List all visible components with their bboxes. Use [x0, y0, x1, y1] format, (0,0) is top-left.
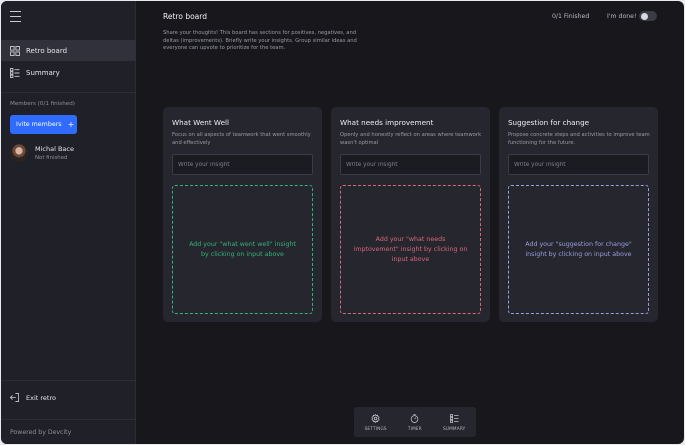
insight-dropzone: Add your "what needs imptovement" insigh… [340, 185, 481, 314]
app-window: Retro board Summary Members (0/1 finishe… [1, 1, 684, 444]
nav-item-summary[interactable]: Summary [1, 62, 136, 83]
bottom-toolbar: SETTINGS TIMER SUMMARY [354, 407, 476, 437]
column-title: What needs improvement [340, 118, 434, 127]
checklist-icon [10, 67, 20, 78]
powered-by: Powered by Devcity [10, 429, 72, 436]
checklist-icon [449, 413, 459, 423]
exit-retro-button[interactable]: Exit retro [10, 393, 56, 402]
member-name: Michal Bace [35, 145, 74, 153]
finished-count: 0/1 Finished [552, 13, 590, 20]
column-description: Openly and honestly reflect on areas whe… [340, 132, 482, 146]
insight-dropzone: Add your "what went well" insight by cli… [172, 185, 313, 314]
plus-icon: + [67, 120, 75, 129]
column-title: Suggestion for change [508, 118, 590, 127]
sidebar: Retro board Summary Members (0/1 finishe… [1, 1, 136, 444]
settings-label: SETTINGS [364, 425, 387, 431]
menu-icon[interactable] [10, 11, 21, 22]
exit-icon [10, 393, 19, 402]
settings-button[interactable]: SETTINGS [364, 413, 387, 431]
insight-input[interactable] [172, 154, 313, 175]
avatar [10, 144, 28, 162]
column-description: Focus on all aspects of teamwork that we… [172, 132, 311, 146]
summary-label: SUMMARY [443, 425, 466, 431]
page-title: Retro board [163, 12, 207, 21]
insight-dropzone: Add your "suggestion for change" insight… [508, 185, 649, 314]
nav-label: Retro board [26, 46, 68, 55]
summary-button[interactable]: SUMMARY [443, 413, 466, 431]
invite-members-button[interactable]: Ivite members + [10, 115, 77, 134]
grid-icon [10, 45, 20, 56]
done-label: I'm done! [607, 13, 637, 20]
toggle-knob [641, 12, 648, 20]
insight-input[interactable] [340, 154, 481, 175]
sidebar-divider [1, 92, 136, 93]
board-description: Share your thoughts! This board has sect… [163, 30, 357, 51]
column-what-went-well: What Went Well Focus on all aspects of t… [163, 107, 322, 322]
timer-icon [411, 413, 419, 423]
member-item: Michal Bace Not finished [10, 144, 74, 162]
nav-item-retro-board[interactable]: Retro board [1, 40, 136, 61]
column-title: What Went Well [172, 118, 230, 127]
timer-label: TIMER [407, 425, 422, 431]
column-suggestion-for-change: Suggestion for change Propose concrete s… [499, 107, 658, 322]
exit-label: Exit retro [26, 393, 56, 402]
members-label: Members (0/1 finished) [10, 101, 75, 107]
sidebar-divider [1, 380, 136, 381]
invite-label: Ivite members [16, 121, 62, 128]
nav-label: Summary [26, 68, 60, 77]
column-needs-improvement: What needs improvement Openly and honest… [331, 107, 490, 322]
member-status: Not finished [35, 155, 68, 161]
timer-button[interactable]: TIMER [407, 413, 422, 431]
insight-input[interactable] [508, 154, 649, 175]
done-toggle[interactable] [639, 11, 657, 21]
column-description: Propose concrete steps and activities to… [508, 132, 650, 146]
sidebar-divider [1, 419, 136, 420]
gear-icon [371, 413, 380, 423]
